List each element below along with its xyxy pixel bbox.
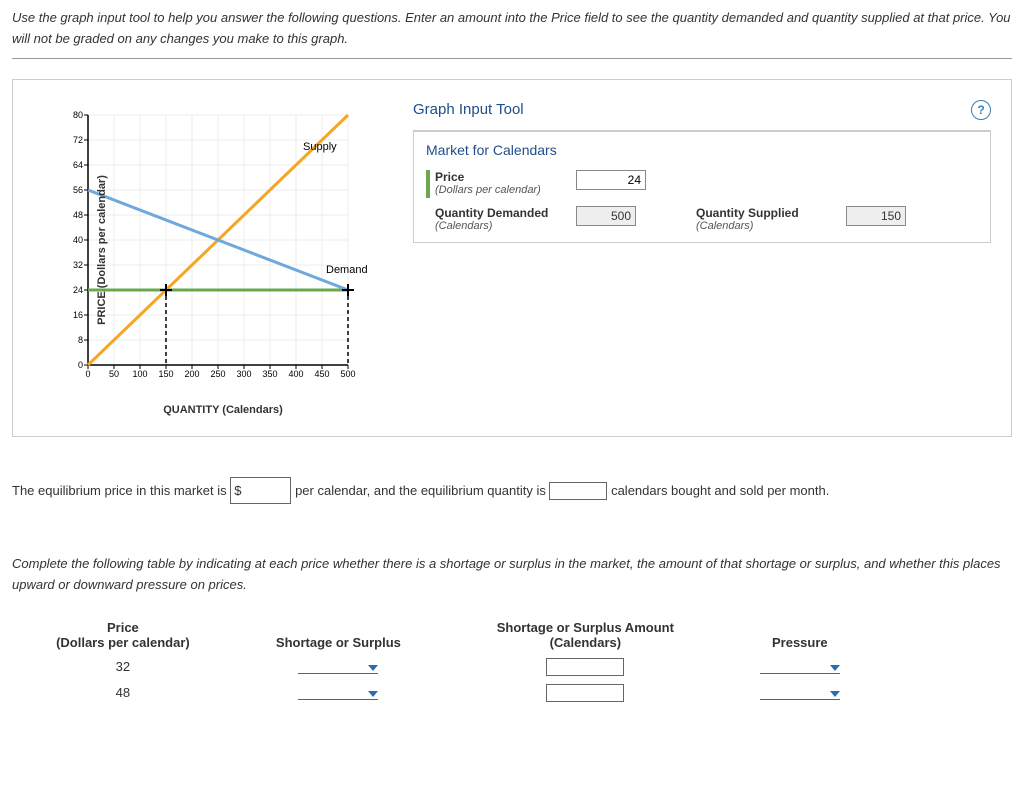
equilibrium-price-input-wrap: $	[230, 477, 291, 504]
row-price: 32	[12, 654, 234, 680]
col-price: Price (Dollars per calendar)	[12, 616, 234, 654]
svg-text:40: 40	[73, 235, 83, 245]
svg-text:250: 250	[210, 369, 225, 379]
price-input[interactable]	[576, 170, 646, 190]
table-row: 32	[12, 654, 872, 680]
col-shortage-surplus: Shortage or Surplus	[234, 616, 443, 654]
svg-text:0: 0	[78, 360, 83, 370]
quantity-supplied-label: Quantity Supplied (Calendars)	[696, 206, 836, 232]
svg-text:100: 100	[132, 369, 147, 379]
svg-text:400: 400	[288, 369, 303, 379]
quantity-demanded-output: 500	[576, 206, 636, 226]
svg-text:56: 56	[73, 185, 83, 195]
x-axis-label: QUANTITY (Calendars)	[63, 404, 383, 416]
table-section: Complete the following table by indicati…	[12, 554, 1012, 706]
y-axis-label: PRICE (Dollars per calendar)	[96, 175, 108, 325]
answer-table: Price (Dollars per calendar) Shortage or…	[12, 616, 872, 706]
col-pressure: Pressure	[728, 616, 872, 654]
svg-text:0: 0	[85, 369, 90, 379]
market-title: Market for Calendars	[426, 142, 978, 158]
svg-text:64: 64	[73, 160, 83, 170]
svg-text:350: 350	[262, 369, 277, 379]
table-row: 48	[12, 680, 872, 706]
main-panel: PRICE (Dollars per calendar)	[12, 79, 1012, 437]
svg-text:200: 200	[184, 369, 199, 379]
supply-legend: Supply	[303, 141, 337, 153]
svg-text:50: 50	[109, 369, 119, 379]
svg-text:150: 150	[158, 369, 173, 379]
demand-legend: Demand	[326, 264, 368, 276]
equilibrium-question: The equilibrium price in this market is …	[12, 477, 1012, 504]
table-instructions: Complete the following table by indicati…	[12, 554, 1012, 596]
svg-text:80: 80	[73, 110, 83, 120]
amount-input[interactable]	[546, 684, 624, 702]
quantity-supplied-output: 150	[846, 206, 906, 226]
chevron-down-icon	[368, 665, 378, 671]
help-icon[interactable]: ?	[971, 100, 991, 120]
amount-input[interactable]	[546, 658, 624, 676]
svg-text:16: 16	[73, 310, 83, 320]
pressure-dropdown[interactable]	[760, 665, 840, 674]
supply-demand-chart[interactable]: 0 8 16 24 32 40 48 56 64 72 80	[33, 100, 383, 400]
chevron-down-icon	[830, 691, 840, 697]
chevron-down-icon	[830, 665, 840, 671]
svg-text:300: 300	[236, 369, 251, 379]
svg-text:48: 48	[73, 210, 83, 220]
graph-input-tool: Graph Input Tool ? Market for Calendars …	[413, 100, 991, 243]
svg-text:450: 450	[314, 369, 329, 379]
chart-container: PRICE (Dollars per calendar)	[33, 100, 383, 416]
svg-text:72: 72	[73, 135, 83, 145]
svg-text:500: 500	[340, 369, 355, 379]
shortage-surplus-dropdown[interactable]	[298, 691, 378, 700]
svg-text:8: 8	[78, 335, 83, 345]
equilibrium-price-input[interactable]	[243, 482, 287, 498]
col-amount: Shortage or Surplus Amount (Calendars)	[443, 616, 728, 654]
svg-text:24: 24	[73, 285, 83, 295]
tool-title: Graph Input Tool	[413, 101, 524, 118]
chevron-down-icon	[368, 691, 378, 697]
svg-text:32: 32	[73, 260, 83, 270]
quantity-demanded-label: Quantity Demanded (Calendars)	[426, 206, 566, 232]
equilibrium-quantity-input[interactable]	[549, 482, 607, 500]
shortage-surplus-dropdown[interactable]	[298, 665, 378, 674]
pressure-dropdown[interactable]	[760, 691, 840, 700]
instructions-text: Use the graph input tool to help you ans…	[12, 8, 1012, 59]
price-label: Price (Dollars per calendar)	[426, 170, 566, 198]
row-price: 48	[12, 680, 234, 706]
